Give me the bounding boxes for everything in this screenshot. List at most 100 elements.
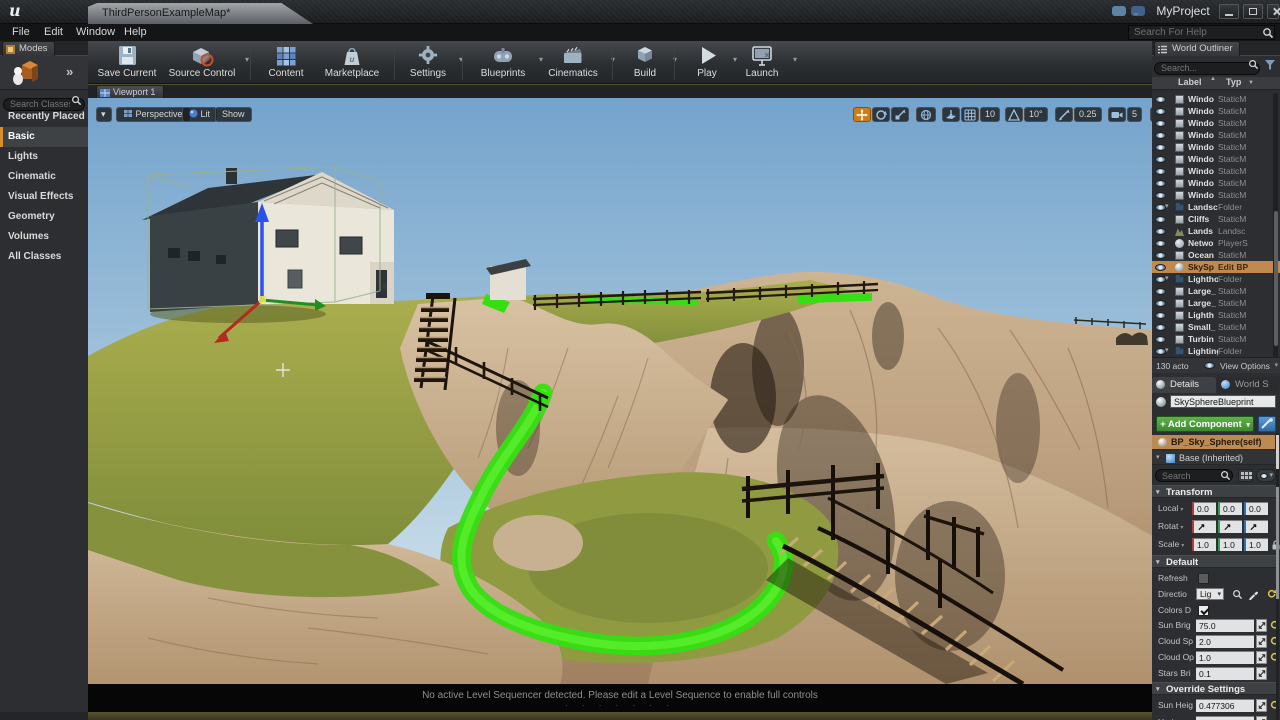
title-bar[interactable]: u ThirdPersonExampleMap* MyProject (0, 0, 1280, 24)
close-button[interactable] (1267, 4, 1279, 19)
outliner-scrollbar[interactable] (1273, 93, 1278, 357)
outliner-row[interactable]: WindoStaticM (1152, 105, 1280, 117)
visibility-eye-icon[interactable] (1155, 240, 1166, 247)
scene-render[interactable] (88, 98, 1152, 684)
expand-field-button[interactable] (1256, 619, 1267, 632)
menu-edit[interactable]: Edit (40, 26, 67, 38)
location-label[interactable]: Local (1158, 501, 1196, 517)
grid-snap-value[interactable]: 10 (980, 107, 1000, 122)
visibility-eye-icon[interactable] (1155, 336, 1166, 343)
visibility-eye-icon[interactable] (1155, 216, 1166, 223)
stars-brightness-field[interactable]: 0.1 (1196, 667, 1254, 680)
world-settings-tab[interactable]: World S (1217, 377, 1279, 393)
expand-field-button[interactable] (1256, 716, 1267, 720)
cloud-speed-field[interactable]: 2.0 (1196, 635, 1254, 648)
visibility-eye-icon[interactable] (1155, 132, 1166, 139)
visibility-eye-icon[interactable] (1155, 288, 1166, 295)
rotation-y-field[interactable] (1218, 520, 1242, 533)
scale-z-field[interactable]: 1.0 (1244, 538, 1268, 551)
launch-button[interactable]: Launch▾ (736, 43, 788, 82)
source-control-button[interactable]: Source Control▾ (164, 43, 240, 82)
visibility-eye-icon[interactable] (1155, 144, 1166, 151)
outliner-row[interactable]: WindoStaticM (1152, 93, 1280, 105)
world-outliner-tab[interactable]: World Outliner (1154, 41, 1240, 56)
outliner-row[interactable]: CliffsStaticM (1152, 213, 1280, 225)
scale-tool-button[interactable] (891, 107, 909, 122)
directional-light-dropdown[interactable]: Lig (1196, 588, 1224, 600)
dropdown-arrow-icon[interactable]: ▾ (245, 55, 249, 64)
expander-icon[interactable]: ▾ (1165, 345, 1169, 357)
refresh-checkbox[interactable] (1198, 573, 1209, 584)
default-section-header[interactable]: Default (1152, 555, 1276, 568)
outliner-row[interactable]: WindoStaticM (1152, 165, 1280, 177)
build-button[interactable]: Build▾ (622, 43, 668, 82)
mode-item-lights[interactable]: Lights (0, 147, 88, 167)
expand-field-button[interactable] (1256, 635, 1267, 648)
horizon-field[interactable]: 3.0 (1196, 716, 1254, 720)
expand-modes-icon[interactable]: » (66, 64, 71, 79)
expander-icon[interactable]: ▾ (1165, 201, 1169, 213)
view-options-button[interactable]: View Options (1220, 358, 1270, 374)
visibility-eye-icon[interactable] (1155, 228, 1166, 235)
outliner-row[interactable]: Large_StaticM (1152, 297, 1280, 309)
outliner-row[interactable]: WindoStaticM (1152, 129, 1280, 141)
property-matrix-button[interactable] (1238, 469, 1252, 482)
scale-snap-value[interactable]: 0.25 (1074, 107, 1102, 122)
outliner-row[interactable]: NetwoPlayerS (1152, 237, 1280, 249)
mode-item-cinematic[interactable]: Cinematic (0, 167, 88, 187)
menu-help[interactable]: Help (120, 26, 151, 38)
visibility-eye-icon[interactable] (1155, 192, 1166, 199)
colors-checkbox[interactable] (1198, 605, 1209, 616)
menu-file[interactable]: File (8, 26, 34, 38)
settings-button[interactable]: Settings▾ (402, 43, 454, 82)
visibility-eye-icon[interactable] (1155, 300, 1166, 307)
save-current-button[interactable]: Save Current (96, 43, 158, 82)
outliner-folder-row[interactable]: ▾LightingFolder (1152, 345, 1280, 357)
lit-mode-button[interactable]: Lit (182, 107, 217, 122)
details-scrollbar[interactable] (1276, 433, 1279, 720)
outliner-row[interactable]: LandsLandsc (1152, 225, 1280, 237)
viewport-tab[interactable]: Viewport 1 (96, 85, 164, 98)
browse-icon[interactable] (1232, 589, 1243, 600)
base-inherited-row[interactable]: ▾ Base (Inherited) (1152, 451, 1280, 465)
location-z-field[interactable]: 0.0 (1244, 502, 1268, 515)
sun-brightness-field[interactable]: 75.0 (1196, 619, 1254, 632)
outliner-row[interactable]: WindoStaticM (1152, 177, 1280, 189)
display-filter-button[interactable]: ▾ (1256, 469, 1276, 482)
outliner-row[interactable]: WindoStaticM (1152, 153, 1280, 165)
cloud-opacity-field[interactable]: 1.0 (1196, 651, 1254, 664)
rotate-tool-button[interactable] (872, 107, 890, 122)
level-tab[interactable]: ThirdPersonExampleMap* (88, 3, 313, 24)
play-button[interactable]: Play▾ (686, 43, 728, 82)
expand-field-button[interactable] (1256, 667, 1267, 680)
viewport-options-dropdown[interactable]: ▾ (96, 107, 112, 122)
override-section-header[interactable]: Override Settings (1152, 682, 1276, 695)
sun-height-field[interactable]: 0.477306 (1196, 699, 1254, 712)
marketplace-button[interactable]: u Marketplace (316, 43, 388, 82)
visibility-eye-icon[interactable] (1155, 108, 1166, 115)
location-y-field[interactable]: 0.0 (1218, 502, 1242, 515)
scale-label[interactable]: Scale (1158, 537, 1196, 553)
world-coordinate-button[interactable] (916, 107, 936, 122)
help-search-input[interactable] (1128, 25, 1275, 40)
blueprints-button[interactable]: Blueprints▾ (472, 43, 534, 82)
scale-snap-button[interactable] (1055, 107, 1073, 122)
visibility-eye-icon[interactable] (1155, 180, 1166, 187)
grid-snap-button[interactable] (961, 107, 979, 122)
outliner-row[interactable]: WindoStaticM (1152, 189, 1280, 201)
edit-blueprint-link[interactable]: Edit BP (1218, 261, 1268, 273)
rotation-label[interactable]: Rotat (1158, 519, 1196, 535)
visibility-eye-icon[interactable] (1155, 156, 1166, 163)
expand-field-button[interactable] (1256, 699, 1267, 712)
rotation-snap-value[interactable]: 10° (1024, 107, 1048, 122)
outliner-row-selected[interactable]: SkySpEdit BP (1152, 261, 1280, 273)
outliner-folder-row[interactable]: ▾LandscaFolder (1152, 201, 1280, 213)
move-tool-button[interactable] (853, 107, 871, 122)
outliner-search-input[interactable] (1154, 62, 1260, 75)
visibility-eye-icon[interactable] (1155, 324, 1166, 331)
feedback-bubble-icon[interactable] (1112, 6, 1126, 16)
details-tab[interactable]: Details (1152, 377, 1216, 393)
content-button[interactable]: Content (260, 43, 312, 82)
mode-item-volumes[interactable]: Volumes (0, 227, 88, 247)
view-options-eye-icon[interactable] (1204, 362, 1215, 369)
